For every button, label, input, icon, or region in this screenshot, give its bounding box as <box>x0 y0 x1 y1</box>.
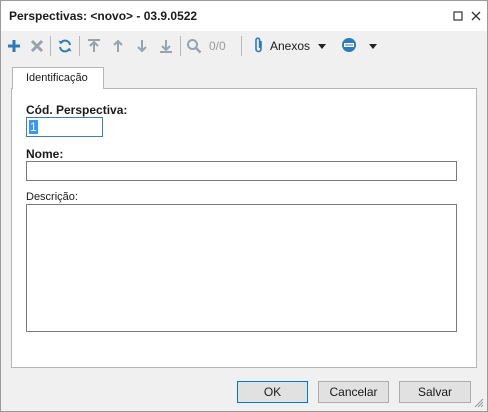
code-value: 1 <box>29 120 38 134</box>
cancel-button[interactable]: Cancelar <box>318 381 389 403</box>
maximize-icon[interactable] <box>450 8 466 24</box>
last-record-icon[interactable] <box>157 37 175 55</box>
save-button[interactable]: Salvar <box>399 381 471 403</box>
toolbar-separator <box>79 36 80 56</box>
database-dropdown[interactable] <box>340 36 377 56</box>
paperclip-icon <box>252 36 266 57</box>
name-label: Nome: <box>26 147 64 161</box>
search-icon[interactable] <box>185 37 203 55</box>
toolbar-separator <box>50 36 51 56</box>
tab-label: Identificação <box>26 72 88 84</box>
delete-icon[interactable] <box>28 37 46 55</box>
name-field[interactable] <box>26 161 457 181</box>
chevron-down-icon <box>369 43 377 49</box>
tab-identificacao[interactable]: Identificação <box>12 67 104 89</box>
resize-grip-icon[interactable] <box>474 398 484 408</box>
anexos-label: Anexos <box>270 39 311 53</box>
next-record-icon[interactable] <box>133 37 151 55</box>
toolbar-separator <box>241 36 242 56</box>
description-label: Descrição: <box>26 191 78 203</box>
close-icon[interactable] <box>468 8 484 24</box>
toolbar-separator <box>180 36 181 56</box>
chevron-down-icon <box>318 43 327 49</box>
description-textarea[interactable] <box>26 204 457 332</box>
dialog-window: Perspectivas: <novo> - 03.9.0522 0/0 Ane… <box>0 0 488 412</box>
add-icon[interactable] <box>5 37 23 55</box>
code-field[interactable]: 1 <box>26 117 103 137</box>
previous-record-icon[interactable] <box>109 37 127 55</box>
window-title: Perspectivas: <novo> - 03.9.0522 <box>9 9 198 23</box>
refresh-icon[interactable] <box>56 37 74 55</box>
first-record-icon[interactable] <box>85 37 103 55</box>
toolbar: 0/0 Anexos <box>1 31 487 61</box>
database-icon <box>340 36 358 57</box>
anexos-dropdown[interactable]: Anexos <box>252 36 327 57</box>
record-counter: 0/0 <box>209 39 226 53</box>
title-bar[interactable]: Perspectivas: <novo> - 03.9.0522 <box>1 1 487 31</box>
ok-button[interactable]: OK <box>237 381 308 403</box>
code-label: Cód. Perspectiva: <box>26 103 128 117</box>
